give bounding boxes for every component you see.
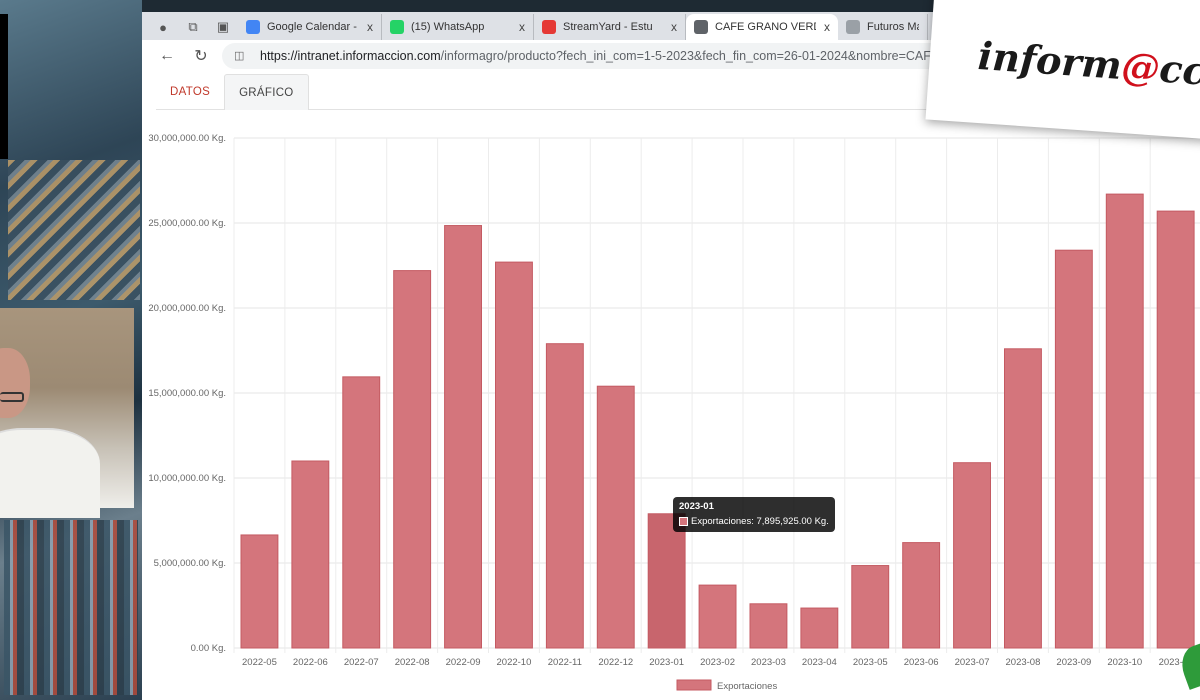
- streamyard-icon: [542, 20, 556, 34]
- bar: [495, 261, 533, 649]
- logo-card: inform@cc: [925, 0, 1200, 141]
- port-crane-image: [8, 160, 140, 300]
- browser-tab-title: Futuros Ma: [867, 21, 919, 33]
- bar: [1156, 210, 1195, 649]
- x-tick-label: 2022-11: [548, 657, 582, 668]
- chart-svg: 0.00 Kg. 5,000,000.00 Kg. 10,000,000.00 Kg…: [148, 133, 1200, 692]
- browser-tab[interactable]: Google Calendar - Sex: [238, 14, 382, 40]
- x-tick-label: 2023-02: [700, 657, 735, 668]
- site-info-icon[interactable]: ◫: [234, 49, 248, 63]
- x-tick-label: 2023-09: [1056, 657, 1091, 668]
- browser-tab[interactable]: Futuros Ma: [838, 14, 928, 40]
- calendar-icon: [246, 20, 260, 34]
- bar: [749, 603, 788, 649]
- bar: [851, 565, 890, 649]
- browser-tab-title: (15) WhatsApp: [411, 21, 485, 33]
- bar: [545, 343, 584, 649]
- logo-at-sign: @: [1120, 42, 1162, 91]
- y-tick-label: 5,000,000.00 Kg.: [154, 558, 226, 569]
- reload-icon[interactable]: ↻: [188, 43, 214, 69]
- black-bar: [0, 14, 8, 159]
- y-tick-label: 25,000,000.00 Kg.: [148, 218, 226, 229]
- informaccion-logo: inform@cc: [977, 33, 1200, 94]
- browser-tab-title: CAFE GRANO VERDE -: [715, 21, 816, 33]
- close-tab-icon[interactable]: x: [663, 20, 677, 34]
- browser-tab-title: Google Calendar - Se: [267, 21, 359, 33]
- tab-grafico[interactable]: GRÁFICO: [224, 74, 309, 110]
- logo-text-end: cc: [1158, 45, 1200, 94]
- y-tick-label: 20,000,000.00 Kg.: [148, 303, 226, 314]
- tab-search-icon[interactable]: ▣: [208, 14, 238, 40]
- tab-datos[interactable]: DATOS: [156, 74, 224, 110]
- y-tick-label: 30,000,000.00 Kg.: [148, 133, 226, 144]
- legend-swatch: [676, 679, 712, 691]
- x-tick-label: 2023-08: [1006, 657, 1041, 668]
- exports-bar-chart: 0.00 Kg. 5,000,000.00 Kg. 10,000,000.00 Kg…: [142, 122, 1200, 700]
- browser-tab[interactable]: StreamYard - Estu x: [534, 14, 686, 40]
- bar: [444, 225, 483, 649]
- bar: [1105, 193, 1144, 649]
- url-host: https://intranet.informaccion.com: [260, 49, 441, 63]
- close-tab-icon[interactable]: x: [511, 20, 525, 34]
- browser-tab[interactable]: (15) WhatsApp x: [382, 14, 534, 40]
- whatsapp-icon: [390, 20, 404, 34]
- close-tab-icon[interactable]: x: [359, 20, 373, 34]
- shipping-containers-image: [4, 520, 138, 695]
- x-tick-label: 2022-08: [395, 657, 430, 668]
- url-path: /informagro/producto?fech_ini_com=1-5-20…: [440, 49, 974, 63]
- bar: [393, 270, 432, 649]
- x-tick-label: 2023-07: [955, 657, 990, 668]
- x-tick-label: 2023-06: [904, 657, 939, 668]
- tooltip-title: 2023-01: [679, 501, 714, 512]
- profile-icon[interactable]: ●: [148, 14, 178, 40]
- webcam-feed: [0, 308, 134, 518]
- x-tick-label: 2023-01: [649, 657, 684, 668]
- x-tick-label: 2022-05: [242, 657, 277, 668]
- chart-tooltip: 2023-01 Exportaciones: 7,895,925.00 Kg.: [673, 497, 835, 532]
- presenter-head: [0, 348, 30, 418]
- bar: [342, 376, 381, 649]
- x-tick-label: 2022-12: [598, 657, 633, 668]
- bar: [647, 513, 686, 649]
- bar: [800, 607, 839, 649]
- bar: [240, 534, 279, 649]
- legend-label: Exportaciones: [717, 681, 777, 692]
- x-tick-label: 2022-07: [344, 657, 379, 668]
- x-tick-label: 2023-04: [802, 657, 837, 668]
- bar: [953, 462, 991, 649]
- tooltip-label: Exportaciones: 7,895,925.00 Kg.: [691, 516, 829, 527]
- bar: [596, 385, 635, 649]
- y-tick-label: 0.00 Kg.: [191, 643, 226, 654]
- logo-text-start: inform: [976, 32, 1124, 88]
- x-tick-label: 2023-03: [751, 657, 786, 668]
- close-tab-icon[interactable]: x: [816, 20, 830, 34]
- bar: [1054, 249, 1093, 649]
- browser-tab[interactable]: CAFE GRANO VERDE -x: [686, 14, 838, 40]
- bar: [902, 542, 941, 649]
- bar: [291, 460, 330, 649]
- x-tick-label: 2022-09: [446, 657, 481, 668]
- x-tick-label: 2023-10: [1107, 657, 1142, 668]
- x-tick-label: 2023-05: [853, 657, 888, 668]
- document-icon: [694, 20, 708, 34]
- x-tick-label: 2022-06: [293, 657, 328, 668]
- y-tick-label: 15,000,000.00 Kg.: [148, 388, 226, 399]
- tooltip-swatch: [679, 517, 688, 526]
- presenter-shirt: [0, 428, 100, 518]
- bar: [698, 584, 737, 649]
- y-tick-label: 10,000,000.00 Kg.: [148, 473, 226, 484]
- x-tick-label: 2022-10: [497, 657, 532, 668]
- browser-tab-title: StreamYard - Estu: [563, 21, 653, 33]
- tab-groups-icon[interactable]: ⧉: [178, 14, 208, 40]
- presenter-glasses: [0, 392, 24, 402]
- bar: [1004, 348, 1042, 649]
- back-arrow-icon[interactable]: ←: [154, 43, 180, 69]
- page-icon: [846, 20, 860, 34]
